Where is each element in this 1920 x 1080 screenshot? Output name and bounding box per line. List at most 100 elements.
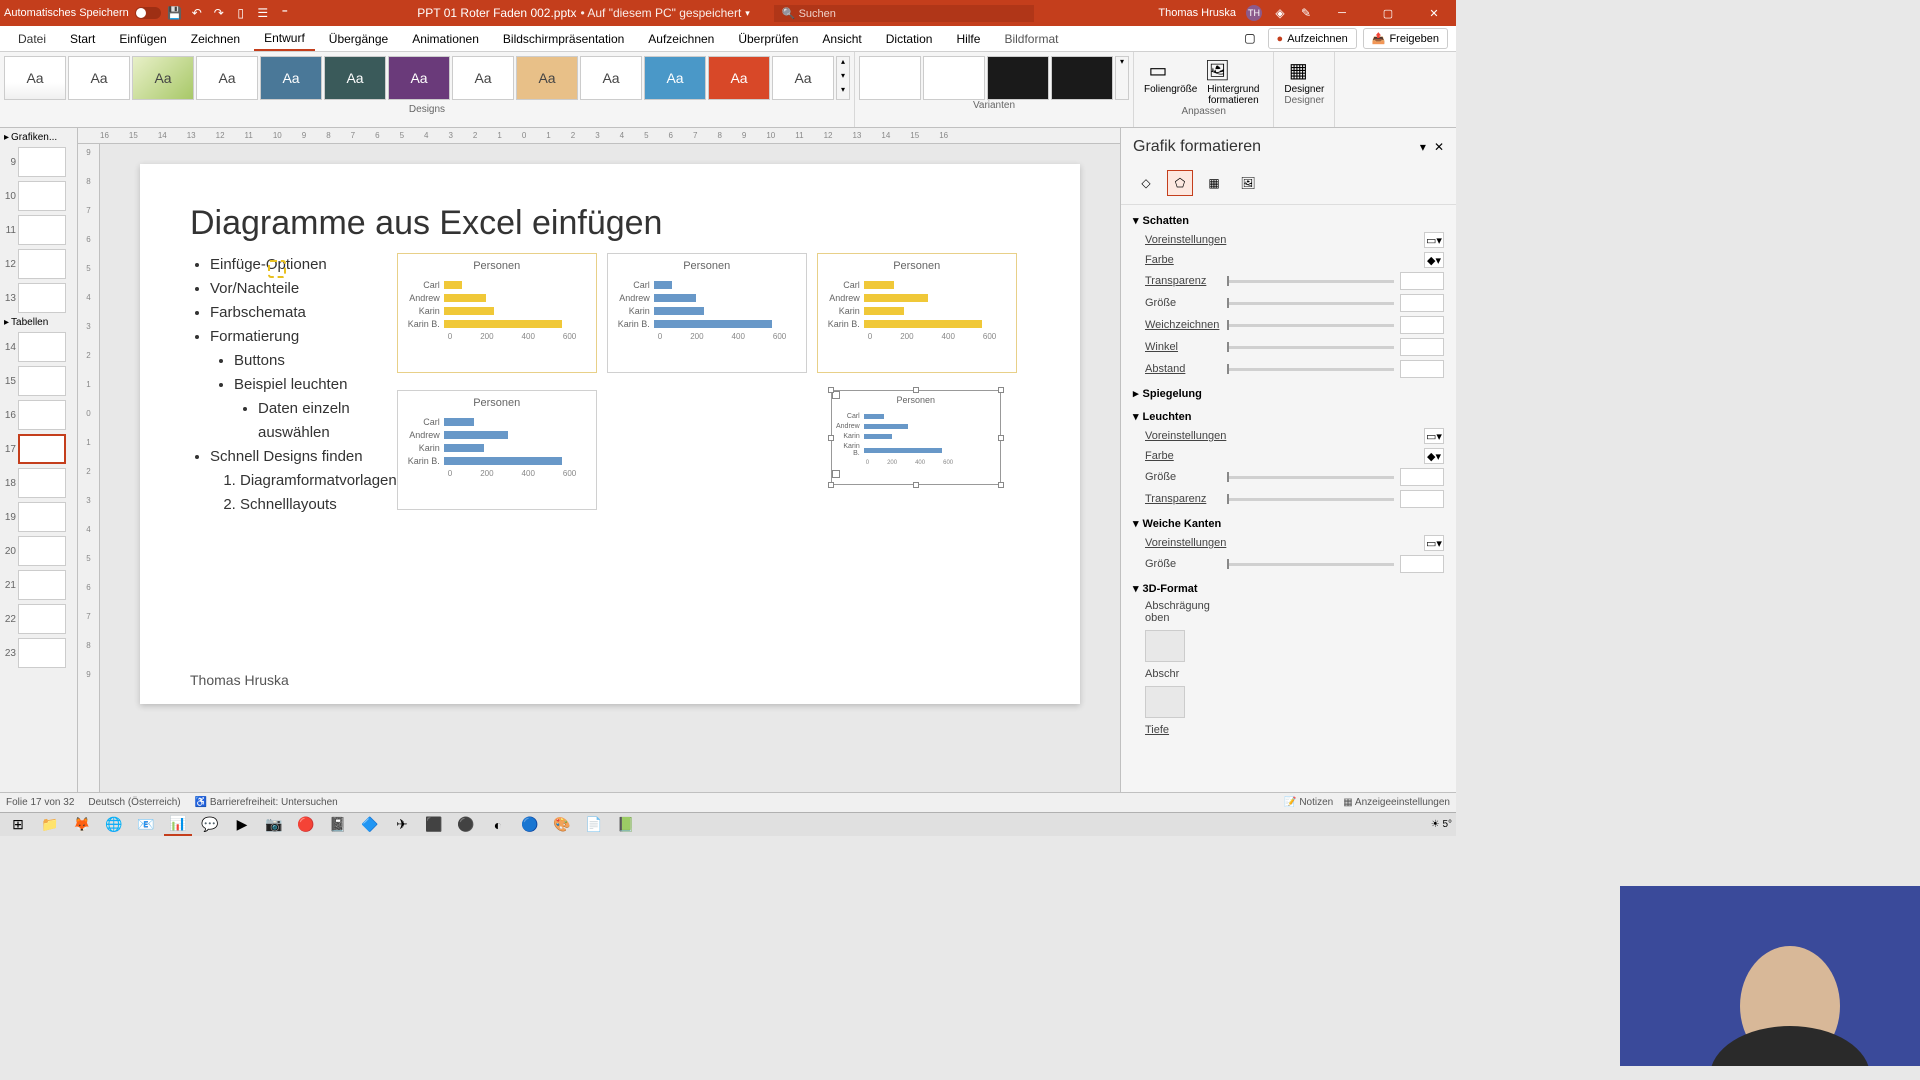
- leuchten-groesse-input[interactable]: [1400, 468, 1444, 486]
- designs-scroll-down[interactable]: ▾: [837, 71, 849, 85]
- touch-mode-icon[interactable]: ☰: [255, 5, 271, 21]
- variant-2[interactable]: [923, 56, 985, 100]
- schatten-winkel-slider[interactable]: [1227, 346, 1394, 349]
- app-icon-1[interactable]: 💬: [196, 814, 224, 836]
- design-theme-8[interactable]: Aa: [452, 56, 514, 100]
- slide-thumb-9[interactable]: 9: [0, 145, 77, 179]
- tab-dictation[interactable]: Dictation: [876, 28, 943, 50]
- schatten-abstand-input[interactable]: [1400, 360, 1444, 378]
- slide-title[interactable]: Diagramme aus Excel einfügen: [190, 204, 1030, 243]
- pane-dropdown-icon[interactable]: ▾: [1420, 140, 1426, 154]
- status-folie[interactable]: Folie 17 von 32: [6, 797, 74, 808]
- design-theme-7[interactable]: Aa: [388, 56, 450, 100]
- chart-2[interactable]: Personen Carl Andrew Karin Karin B. 0200…: [607, 253, 807, 373]
- qat-more-icon[interactable]: ⁼: [277, 5, 293, 21]
- undo-icon[interactable]: ↶: [189, 5, 205, 21]
- slide-thumb-11[interactable]: 11: [0, 213, 77, 247]
- schatten-farbe[interactable]: ◆▾: [1424, 252, 1444, 268]
- tab-uebergaenge[interactable]: Übergänge: [319, 28, 398, 50]
- app-icon-5[interactable]: ◐: [484, 814, 512, 836]
- designs-more[interactable]: ▾: [837, 85, 849, 99]
- tab-bildformat[interactable]: Bildformat: [994, 28, 1068, 50]
- design-theme-13[interactable]: Aa: [772, 56, 834, 100]
- fill-line-icon[interactable]: ◇: [1133, 170, 1159, 196]
- tab-datei[interactable]: Datei: [8, 28, 56, 50]
- panel-section-tabellen[interactable]: ▸Tabellen: [0, 315, 77, 330]
- design-theme-10[interactable]: Aa: [580, 56, 642, 100]
- designs-scroll-up[interactable]: ▴: [837, 57, 849, 71]
- chrome-icon[interactable]: 🌐: [100, 814, 128, 836]
- schatten-groesse-slider[interactable]: [1227, 302, 1394, 305]
- collapse-ribbon-icon[interactable]: ▢: [1238, 28, 1261, 49]
- maximize-button[interactable]: ▢: [1370, 0, 1406, 26]
- leuchten-preset[interactable]: ▭▾: [1424, 428, 1444, 444]
- section-leuchten[interactable]: ▾ Leuchten: [1133, 407, 1444, 426]
- onenote-icon[interactable]: 📓: [324, 814, 352, 836]
- aufzeichnen-button[interactable]: ●Aufzeichnen: [1268, 28, 1357, 49]
- design-theme-11[interactable]: Aa: [644, 56, 706, 100]
- schatten-abstand-slider[interactable]: [1227, 368, 1394, 371]
- status-barrierefreiheit[interactable]: ♿ Barrierefreiheit: Untersuchen: [195, 797, 338, 808]
- search-input[interactable]: 🔍 Suchen: [774, 5, 1034, 22]
- start-menu-icon[interactable]: ⊞: [4, 814, 32, 836]
- start-from-beginning-icon[interactable]: ▯: [233, 5, 249, 21]
- firefox-icon[interactable]: 🦊: [68, 814, 96, 836]
- status-sprache[interactable]: Deutsch (Österreich): [88, 797, 180, 808]
- excel-icon[interactable]: 📗: [612, 814, 640, 836]
- designer-button[interactable]: ▦ Designer: [1284, 56, 1324, 95]
- tab-entwurf[interactable]: Entwurf: [254, 27, 315, 51]
- explorer-icon[interactable]: 📁: [36, 814, 64, 836]
- hintergrund-button[interactable]: 🖼 Hintergrund formatieren: [1203, 56, 1263, 106]
- slide-thumb-19[interactable]: 19: [0, 500, 77, 534]
- tab-ansicht[interactable]: Ansicht: [812, 28, 871, 50]
- picture-icon[interactable]: 🖼: [1235, 170, 1261, 196]
- variant-3[interactable]: [987, 56, 1049, 100]
- vlc-icon[interactable]: ▶: [228, 814, 256, 836]
- chart-1[interactable]: Personen Carl Andrew Karin Karin B. 0200…: [397, 253, 597, 373]
- leuchten-transparenz-input[interactable]: [1400, 490, 1444, 508]
- design-theme-9[interactable]: Aa: [516, 56, 578, 100]
- user-avatar[interactable]: TH: [1246, 5, 1262, 21]
- chart-3[interactable]: Personen Carl Andrew Karin Karin B. 0200…: [817, 253, 1017, 373]
- kanten-groesse-input[interactable]: [1400, 555, 1444, 573]
- close-button[interactable]: ✕: [1416, 0, 1452, 26]
- foliengroesse-button[interactable]: ▭ Foliengröße: [1144, 56, 1197, 106]
- status-anzeige[interactable]: ▦ Anzeigeeinstellungen: [1343, 797, 1450, 808]
- tab-start[interactable]: Start: [60, 28, 105, 50]
- app-icon-3[interactable]: 🔴: [292, 814, 320, 836]
- bevel-bottom-thumb[interactable]: [1145, 686, 1185, 718]
- chart-4[interactable]: Personen Carl Andrew Karin Karin B. 0200…: [397, 390, 597, 510]
- user-name[interactable]: Thomas Hruska: [1158, 7, 1236, 19]
- leuchten-groesse-slider[interactable]: [1227, 476, 1394, 479]
- schatten-groesse-input[interactable]: [1400, 294, 1444, 312]
- variant-1[interactable]: [859, 56, 921, 100]
- bevel-top-thumb[interactable]: [1145, 630, 1185, 662]
- variants-more[interactable]: ▾: [1115, 56, 1129, 100]
- obs-icon[interactable]: ⚫: [452, 814, 480, 836]
- section-spiegelung[interactable]: ▸ Spiegelung: [1133, 384, 1444, 403]
- slide-thumb-14[interactable]: 14: [0, 330, 77, 364]
- design-theme-1[interactable]: Aa: [4, 56, 66, 100]
- leuchten-transparenz-slider[interactable]: [1227, 498, 1394, 501]
- design-theme-5[interactable]: Aa: [260, 56, 322, 100]
- save-icon[interactable]: 💾: [167, 5, 183, 21]
- pane-close-icon[interactable]: ✕: [1434, 140, 1444, 154]
- slide-bullets[interactable]: Einfüge-Optionen Vor/Nachteile Farbschem…: [190, 253, 397, 517]
- minimize-button[interactable]: ─: [1324, 0, 1360, 26]
- tab-zeichnen[interactable]: Zeichnen: [181, 28, 250, 50]
- leuchten-farbe[interactable]: ◆▾: [1424, 448, 1444, 464]
- app-icon-8[interactable]: 📄: [580, 814, 608, 836]
- coming-soon-icon[interactable]: ✎: [1298, 5, 1314, 21]
- tab-aufzeichnen[interactable]: Aufzeichnen: [638, 28, 724, 50]
- design-theme-4[interactable]: Aa: [196, 56, 258, 100]
- panel-section-grafiken[interactable]: ▸Grafiken...: [0, 130, 77, 145]
- schatten-transparenz-slider[interactable]: [1227, 280, 1394, 283]
- slide-thumb-10[interactable]: 10: [0, 179, 77, 213]
- design-theme-6[interactable]: Aa: [324, 56, 386, 100]
- app-icon-6[interactable]: 🔵: [516, 814, 544, 836]
- slide-thumb-18[interactable]: 18: [0, 466, 77, 500]
- section-3d-format[interactable]: ▾ 3D-Format: [1133, 579, 1444, 598]
- design-theme-3[interactable]: Aa: [132, 56, 194, 100]
- kanten-preset[interactable]: ▭▾: [1424, 535, 1444, 551]
- slide-thumb-23[interactable]: 23: [0, 636, 77, 670]
